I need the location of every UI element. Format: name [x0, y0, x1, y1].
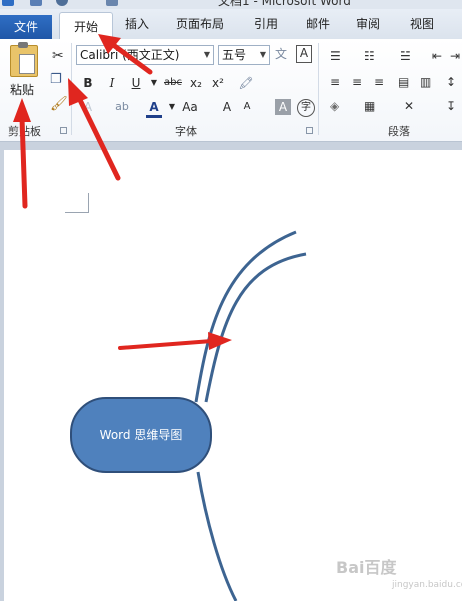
branch-curve-bottom: [196, 471, 238, 601]
arrow-to-home-tab: [98, 34, 153, 75]
arrow-to-copy: [68, 78, 121, 181]
node-label: Word 思维导图: [99, 428, 183, 442]
arrow-to-paste: [13, 98, 31, 209]
arrow-to-branch: [118, 332, 232, 350]
baidu-watermark: Bai百度: [336, 558, 397, 577]
branch-curve-top-inner: [204, 252, 307, 403]
watermark-url: jingyan.baidu.com: [392, 580, 462, 590]
word-window: 文档1 - Microsoft Word 文件 开始 插入 页面布局 引用 邮件…: [0, 0, 462, 601]
annotation-overlay: [13, 34, 307, 601]
mind-map-central-node[interactable]: Word 思维导图: [70, 397, 212, 473]
